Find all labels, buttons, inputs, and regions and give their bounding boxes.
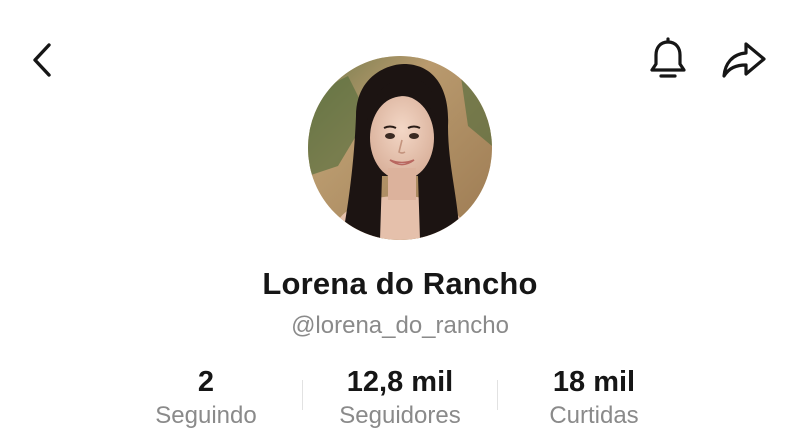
chevron-left-icon (33, 43, 51, 77)
share-arrow-icon (722, 42, 766, 78)
profile-screen: Lorena do Rancho @lorena_do_rancho 2 Seg… (0, 0, 800, 437)
stat-following-value: 2 (197, 366, 215, 398)
profile-photo (308, 56, 492, 240)
stat-likes[interactable]: 18 mil Curtidas (514, 364, 674, 432)
stat-followers[interactable]: 12,8 mil Seguidores (316, 364, 484, 432)
stat-likes-value: 18 mil (552, 366, 636, 398)
avatar[interactable] (308, 56, 492, 240)
stats-divider (302, 380, 303, 410)
share-button[interactable] (720, 36, 768, 84)
stat-following-label: Seguindo (155, 402, 257, 429)
stat-likes-label: Curtidas (549, 402, 639, 429)
bell-icon (650, 37, 686, 78)
stat-followers-label: Seguidores (339, 402, 461, 429)
stats-row: 2 Seguindo 12,8 mil Seguidores 18 mil Cu… (0, 364, 800, 434)
notifications-button[interactable] (644, 36, 692, 84)
stat-following[interactable]: 2 Seguindo (126, 364, 286, 432)
stats-divider (497, 380, 498, 410)
stat-followers-value: 12,8 mil (346, 366, 454, 398)
back-button[interactable] (18, 36, 66, 84)
profile-name: Lorena do Rancho (262, 266, 538, 301)
profile-handle: @lorena_do_rancho (291, 312, 509, 339)
